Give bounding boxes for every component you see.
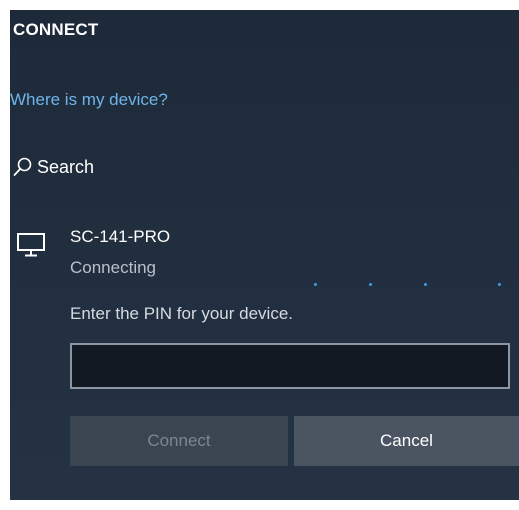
search-icon <box>12 156 34 178</box>
search-button[interactable]: Search <box>12 156 94 178</box>
monitor-icon <box>16 230 46 260</box>
connect-button-label: Connect <box>147 431 211 450</box>
search-label: Search <box>37 156 95 177</box>
panel-title: CONNECT <box>13 20 99 39</box>
progress-dot <box>424 283 427 286</box>
progress-dot <box>314 283 317 286</box>
connecting-progress-dots <box>10 282 519 292</box>
connect-panel: CONNECT Where is my device? Search SC-14… <box>10 10 519 500</box>
pin-prompt: Enter the PIN for your device. <box>70 304 293 323</box>
device-name: SC-141-PRO <box>70 227 171 246</box>
where-is-my-device-link[interactable]: Where is my device? <box>10 90 168 110</box>
cancel-button[interactable]: Cancel <box>294 416 519 466</box>
progress-dot <box>498 283 501 286</box>
device-status: Connecting <box>70 258 157 277</box>
pin-input[interactable] <box>70 343 510 389</box>
progress-dot <box>369 283 372 286</box>
connect-button[interactable]: Connect <box>70 416 288 466</box>
cancel-button-label: Cancel <box>380 431 433 450</box>
